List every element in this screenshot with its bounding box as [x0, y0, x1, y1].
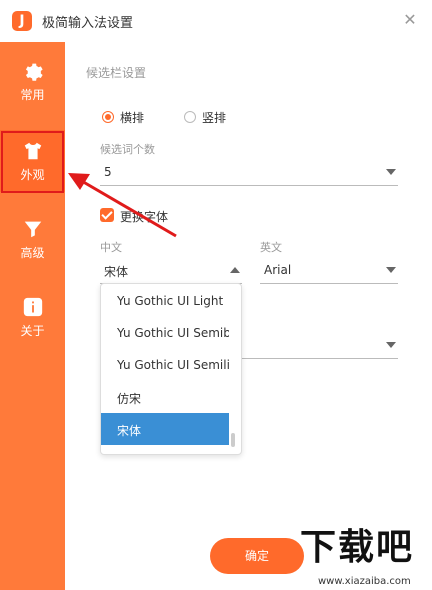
radio-dot — [102, 111, 114, 123]
sidebar-item-common[interactable]: 常用 — [0, 50, 65, 112]
option-label: 宋体 — [117, 424, 142, 438]
chevron-down-icon — [386, 267, 396, 273]
annotation-arrow-icon — [68, 173, 177, 238]
radio-dot — [184, 111, 196, 123]
candidate-count-label: 候选词个数 — [100, 143, 155, 156]
chevron-down-icon — [386, 169, 396, 175]
sidebar: 常用 外观 高级 关于 — [0, 42, 65, 590]
select-value: 宋体 — [104, 265, 129, 279]
sidebar-item-label: 高级 — [20, 246, 45, 260]
settings-panel: 候选栏设置 横排 竖排 候选词个数 5 更换字体 中文 英文 宋体 Arial … — [65, 42, 432, 590]
english-font-select[interactable]: Arial — [260, 257, 398, 284]
radio-label: 竖排 — [202, 111, 227, 125]
watermark: 下载吧 www.xiazaiba.com — [300, 518, 432, 590]
confirm-button[interactable]: 确定 — [210, 538, 304, 574]
select-value: Arial — [264, 263, 292, 277]
partially-hidden-select[interactable] — [240, 332, 398, 359]
option-label: Yu Gothic UI Light — [117, 294, 224, 308]
chinese-font-label: 中文 — [100, 241, 122, 254]
window-title: 极简输入法设置 — [42, 16, 134, 31]
dropdown-option-selected[interactable]: 宋体 — [101, 413, 229, 445]
dropdown-option[interactable]: 仿宋 — [101, 381, 229, 413]
dropdown-option[interactable]: Yu Gothic UI Semili — [101, 349, 229, 381]
watermark-url: www.xiazaiba.com — [318, 576, 411, 587]
filter-icon — [24, 221, 42, 238]
chinese-font-select[interactable]: 宋体 — [100, 257, 242, 284]
close-button[interactable]: ✕ — [400, 10, 420, 30]
option-label: 仿宋 — [117, 392, 142, 406]
option-label: Yu Gothic UI Semib — [117, 326, 229, 340]
sidebar-item-label: 常用 — [20, 88, 45, 102]
english-font-label: 英文 — [260, 241, 282, 254]
app-logo-icon: J — [12, 11, 32, 31]
dropdown-scrollbar[interactable] — [231, 433, 235, 447]
title-bar: J 极简输入法设置 ✕ — [0, 0, 432, 42]
gear-icon — [25, 63, 43, 81]
section-title: 候选栏设置 — [86, 66, 147, 80]
radio-label: 横排 — [120, 111, 145, 125]
chevron-up-icon — [230, 267, 240, 273]
dropdown-option[interactable]: Yu Gothic UI Light — [101, 285, 229, 317]
sidebar-item-advanced[interactable]: 高级 — [0, 208, 65, 270]
option-label: Yu Gothic UI Semili — [117, 358, 229, 372]
dropdown-option[interactable]: Yu Gothic UI Semib — [101, 317, 229, 349]
info-icon — [23, 297, 43, 317]
sidebar-item-label: 关于 — [20, 324, 45, 338]
watermark-brand: 下载吧 — [300, 527, 415, 568]
sidebar-item-about[interactable]: 关于 — [0, 286, 65, 348]
chevron-down-icon — [386, 342, 396, 348]
annotation-highlight-box — [1, 131, 64, 193]
chinese-font-dropdown: Yu Gothic UI Light Yu Gothic UI Semib Yu… — [100, 283, 242, 455]
